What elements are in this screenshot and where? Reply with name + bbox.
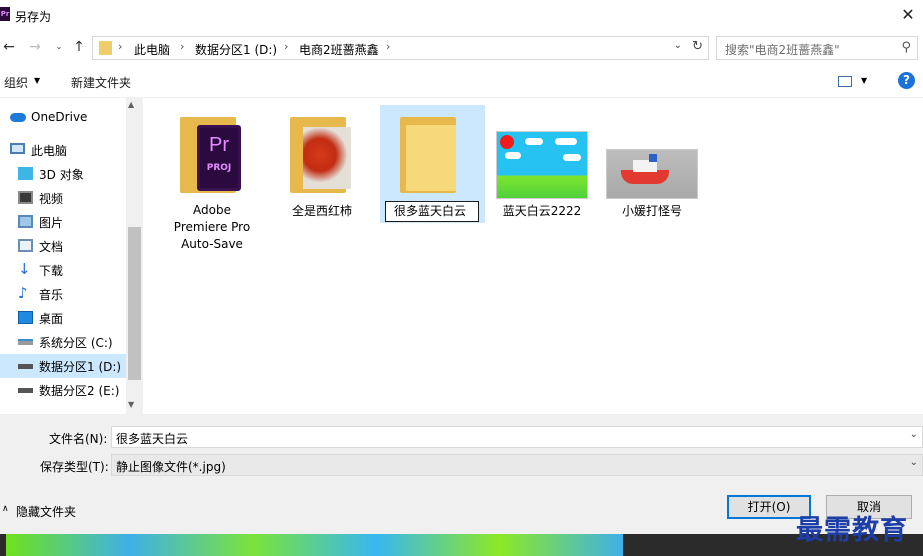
sidebar-item-pictures[interactable]: 图片 (0, 210, 126, 234)
forward-arrow-icon[interactable]: → (26, 38, 44, 56)
chevron-right-icon[interactable]: › (284, 40, 288, 53)
sidebar-item-desktop[interactable]: 桌面 (0, 306, 126, 330)
sidebar-item-label: 系统分区 (C:) (39, 336, 113, 350)
sidebar-item-3d-objects[interactable]: 3D 对象 (0, 162, 126, 186)
chevron-down-icon[interactable]: ⌄ (910, 429, 918, 440)
sidebar-item-label: 数据分区1 (D:) (39, 360, 122, 374)
view-mode-icon[interactable] (838, 76, 852, 87)
folder-icon (99, 41, 112, 55)
search-placeholder: 搜索"电商2班蔷燕鑫" (725, 43, 840, 57)
filetype-select[interactable]: 静止图像文件(*.jpg) ⌄ (111, 454, 923, 476)
chevron-down-icon[interactable]: ⌄ (910, 457, 918, 468)
sidebar-item-label: 图片 (39, 216, 64, 230)
document-icon (18, 239, 33, 252)
sidebar-item-downloads[interactable]: ↓ 下载 (0, 258, 126, 282)
breadcrumb-current-folder[interactable]: 电商2班蔷燕鑫 (299, 41, 379, 58)
file-name: Adobe Premiere Pro Auto-Save (173, 203, 251, 251)
folder-front-icon (406, 125, 456, 191)
sidebar-item-drive-d[interactable]: 数据分区1 (D:) (0, 354, 126, 378)
rename-input[interactable]: 很多蓝天白云 (385, 201, 479, 222)
sidebar-item-label: 下载 (39, 264, 64, 278)
breadcrumb-drive-d[interactable]: 数据分区1 (D:) (195, 41, 277, 58)
premiere-badge-bottom: PROJ (206, 163, 232, 173)
chevron-right-icon[interactable]: › (180, 40, 184, 53)
caret-down-icon[interactable]: ▼ (34, 76, 40, 85)
chevron-right-icon[interactable]: › (118, 40, 122, 53)
file-item-selected[interactable]: 很多蓝天白云 (380, 105, 485, 223)
sidebar-item-label: 文档 (39, 240, 64, 254)
file-name: 蓝天白云2222 (502, 204, 582, 218)
filetype-label: 保存类型(T): (40, 460, 109, 474)
file-item-premiere-folder[interactable]: Pr PROJ Adobe Premiere Pro Auto-Save (160, 105, 264, 251)
filename-value: 很多蓝天白云 (116, 432, 189, 446)
file-name: 小媛打怪号 (621, 204, 682, 218)
sky-thumbnail (496, 131, 588, 199)
search-icon[interactable]: ⚲ (901, 40, 911, 55)
computer-icon (10, 143, 25, 154)
desktop-icon (18, 311, 33, 324)
drive-icon (18, 339, 33, 345)
sidebar-item-label: 数据分区2 (E:) (39, 384, 120, 398)
hide-folders-toggle[interactable]: 隐藏文件夹 (16, 503, 76, 520)
filename-label: 文件名(N): (49, 432, 108, 446)
new-folder-button[interactable]: 新建文件夹 (71, 74, 131, 91)
cloud-icon (10, 113, 26, 122)
boat-thumbnail (606, 149, 698, 199)
cube-icon (18, 167, 33, 180)
scroll-up-icon[interactable]: ▲ (128, 100, 134, 109)
chevron-down-icon[interactable]: ⌄ (674, 40, 682, 51)
sidebar-item-drive-c[interactable]: 系统分区 (C:) (0, 330, 126, 354)
premiere-project-icon: Pr PROJ (197, 125, 241, 191)
file-name: 全是西红柿 (291, 204, 352, 218)
help-icon[interactable]: ? (898, 72, 915, 89)
organize-button[interactable]: 组织 (4, 74, 28, 91)
filetype-value: 静止图像文件(*.jpg) (116, 460, 226, 474)
sidebar-item-this-pc[interactable]: 此电脑 (0, 138, 126, 162)
tomato-thumbnail (303, 127, 351, 189)
file-item-sky-image[interactable]: 蓝天白云2222 (490, 105, 594, 218)
sidebar-item-label: 3D 对象 (39, 168, 84, 182)
caret-down-icon[interactable]: ▼ (861, 76, 867, 85)
back-arrow-icon[interactable]: ← (0, 38, 18, 56)
file-item-tomato-folder[interactable]: 全是西红柿 (270, 105, 374, 218)
navigation-pane: OneDrive 此电脑 3D 对象 视频 图片 文档 ↓ 下载 ♪ 音乐 桌面… (0, 98, 143, 414)
search-input[interactable]: 搜索"电商2班蔷燕鑫" ⚲ (716, 36, 918, 60)
refresh-icon[interactable]: ↻ (692, 39, 703, 54)
download-icon: ↓ (18, 260, 31, 278)
address-bar[interactable]: › 此电脑 › 数据分区1 (D:) › 电商2班蔷燕鑫 › ⌄ ↻ (92, 36, 709, 60)
close-icon[interactable]: ✕ (893, 0, 923, 32)
sidebar-item-label: 视频 (39, 192, 64, 206)
sidebar-item-documents[interactable]: 文档 (0, 234, 126, 258)
drive-icon (18, 364, 33, 369)
scrollbar-thumb[interactable] (128, 227, 141, 380)
chevron-up-icon[interactable]: ∧ (2, 504, 9, 514)
breadcrumb-this-pc[interactable]: 此电脑 (134, 41, 170, 58)
premiere-badge-top: Pr (209, 134, 229, 156)
file-item-boat-image[interactable]: 小媛打怪号 (600, 105, 704, 218)
title-bar: Pr 另存为 ✕ (0, 0, 923, 32)
chevron-right-icon[interactable]: › (386, 40, 390, 53)
sidebar-item-music[interactable]: ♪ 音乐 (0, 282, 126, 306)
sidebar-item-label: 音乐 (39, 288, 64, 302)
window-title: 另存为 (15, 10, 52, 24)
music-icon: ♪ (18, 284, 28, 302)
premiere-app-icon: Pr (0, 7, 10, 21)
drive-icon (18, 388, 33, 393)
watermark-logo: 最需教育 (796, 515, 908, 546)
scroll-down-icon[interactable]: ▼ (128, 400, 134, 409)
sidebar-item-label: 此电脑 (31, 144, 68, 158)
video-icon (18, 191, 33, 204)
sidebar-item-videos[interactable]: 视频 (0, 186, 126, 210)
pictures-icon (18, 215, 33, 228)
sidebar-item-drive-e[interactable]: 数据分区2 (E:) (0, 378, 126, 402)
up-arrow-icon[interactable]: ↑ (70, 38, 88, 56)
sidebar-item-label: OneDrive (31, 110, 88, 124)
audio-waveform (6, 534, 623, 556)
recent-dropdown-icon[interactable]: ⌄ (50, 38, 68, 56)
filename-field[interactable]: 很多蓝天白云 ⌄ (111, 426, 923, 448)
command-bar: 组织 ▼ 新建文件夹 ▼ ? (0, 68, 923, 98)
sidebar-item-onedrive[interactable]: OneDrive (0, 106, 126, 130)
sidebar-item-label: 桌面 (39, 312, 64, 326)
